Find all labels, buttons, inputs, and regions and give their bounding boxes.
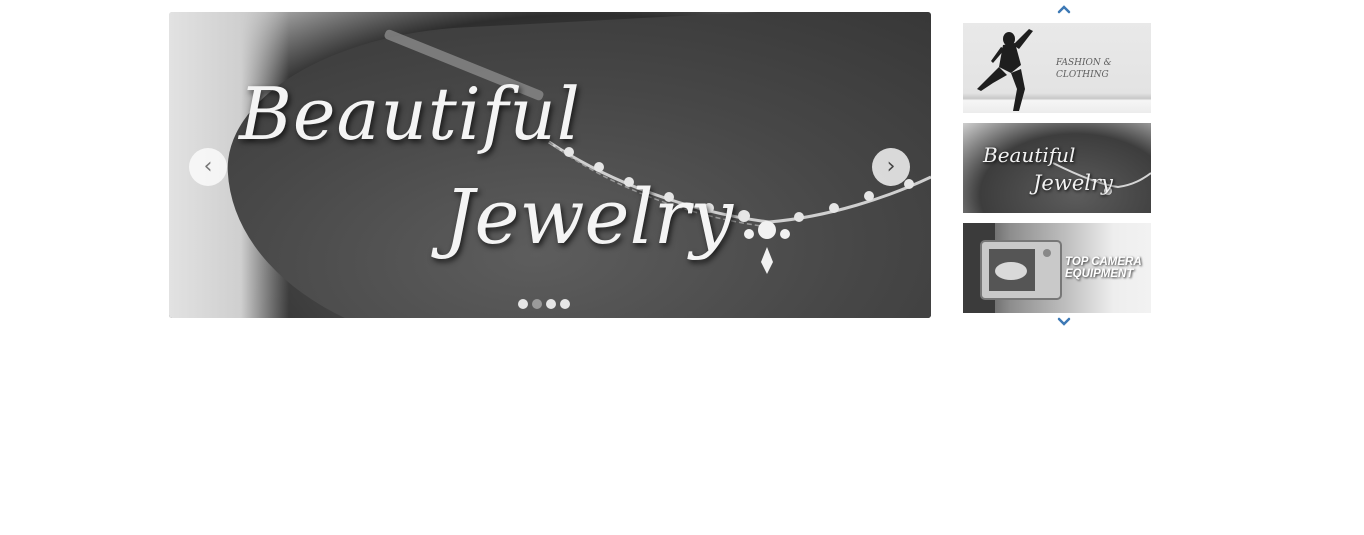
thumbnail-caption-line2: EQUIPMENT [1065,268,1134,280]
slider-dot-active[interactable] [532,299,542,309]
necklace-thumb-image [1052,162,1151,195]
thumbnail-caption-line2: CLOTHING [1056,70,1109,80]
slider-dot[interactable] [546,299,556,309]
thumbnail-jewelry-caption-line2: Jewelry [1033,171,1113,195]
slider-dot[interactable] [518,299,528,309]
thumbnail-list: FASHION & CLOTHING Beautiful Jewelry TOP… [963,23,1151,313]
slide-headline-line2: Jewelry [444,172,734,261]
chevron-up-icon[interactable] [1057,4,1071,14]
thumbnail-jewelry-caption-line1: Beautiful [983,143,1076,167]
necklace-graphic [548,140,931,274]
thumbnail-fashion-caption: FASHION & CLOTHING [1056,57,1112,81]
thumbnail-fashion[interactable]: FASHION & CLOTHING [963,23,1151,113]
slider-pagination [518,299,570,309]
chevron-down-icon[interactable] [1057,317,1071,327]
slide-headline-line1: Beautiful [239,72,581,156]
slider-next-button[interactable]: › [872,148,910,186]
thumbnail-jewelry[interactable]: Beautiful Jewelry [963,123,1151,213]
thumbnail-caption-line1: TOP CAMERA [1065,256,1142,268]
main-slider[interactable]: Beautiful Jewelry ‹ › [169,12,931,318]
thumbnail-camera[interactable]: TOP CAMERA EQUIPMENT [963,223,1151,313]
chevron-left-icon: ‹ [203,154,213,179]
thumbnail-camera-caption: TOP CAMERA EQUIPMENT [1065,256,1142,280]
chevron-right-icon: › [886,154,896,179]
thumbnail-caption-line1: FASHION & [1056,58,1112,68]
slider-prev-button[interactable]: ‹ [189,148,227,186]
slider-dot[interactable] [560,299,570,309]
